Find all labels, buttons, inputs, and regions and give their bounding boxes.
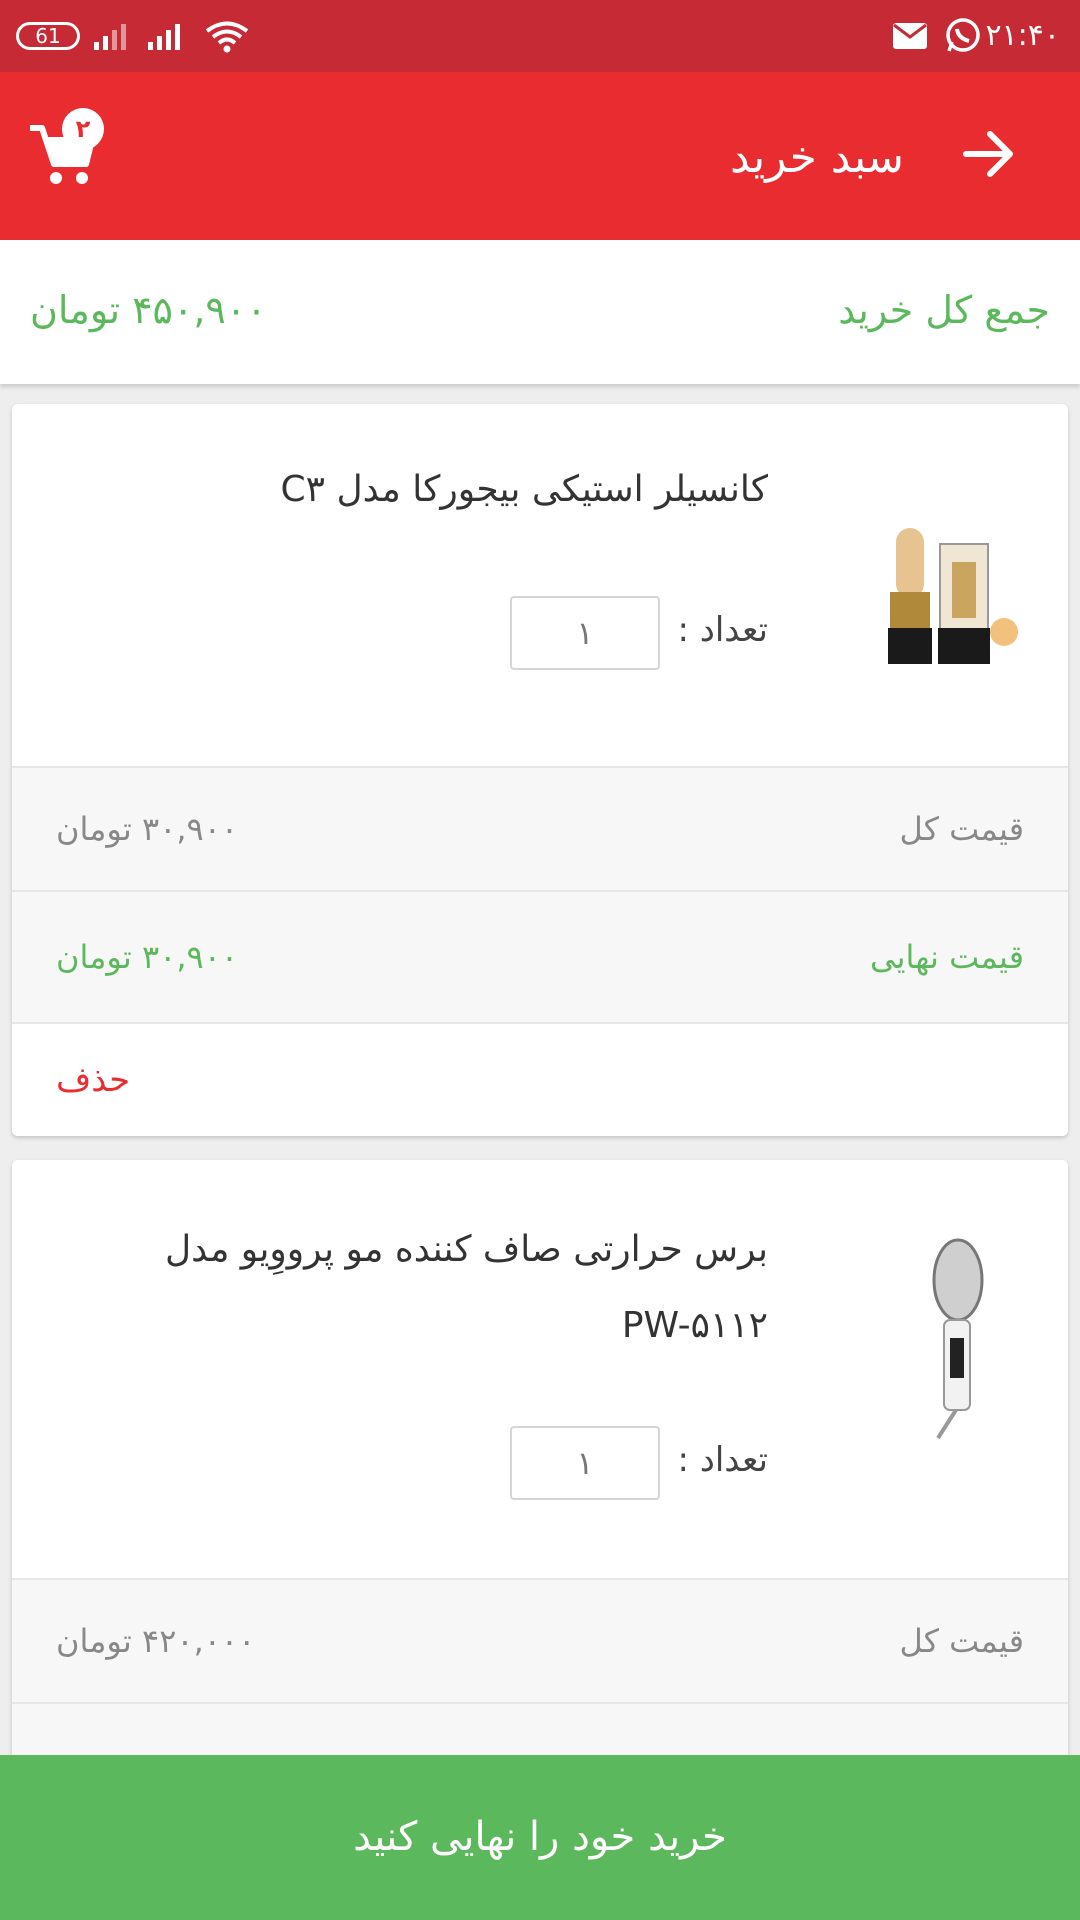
total-price-label: قیمت کل <box>899 1622 1024 1660</box>
final-price-row: قیمت نهایی ۳۰,۹۰۰ تومان <box>12 890 1068 1022</box>
status-time: ۲۱:۴۰ <box>985 18 1060 53</box>
cart-item-card: کانسیلر استیکی بیجورکا مدل C۳ تعداد : ۱ … <box>12 404 1068 1136</box>
quantity-label: تعداد : <box>677 610 768 650</box>
total-price-row: قیمت کل ۳۰,۹۰۰ تومان <box>12 766 1068 890</box>
delete-row: حذف <box>12 1022 1068 1136</box>
mail-icon <box>893 23 927 49</box>
cart-count-badge: ۲ <box>62 108 104 150</box>
summary-amount: ۴۵۰,۹۰۰ تومان <box>30 288 267 332</box>
total-price-row: قیمت کل ۴۲۰,۰۰۰ تومان <box>12 1578 1068 1702</box>
battery-icon: 61 <box>16 22 80 50</box>
product-image <box>888 528 1018 664</box>
final-price-value: ۳۰,۹۰۰ تومان <box>56 938 239 976</box>
wifi-icon <box>205 21 249 53</box>
signal-icon <box>148 24 180 50</box>
final-price-label: قیمت نهایی <box>869 938 1024 976</box>
checkout-button[interactable]: خرید خود را نهایی کنید <box>0 1755 1080 1920</box>
signal-icon <box>94 24 126 50</box>
cart-summary: جمع کل خرید ۴۵۰,۹۰۰ تومان <box>0 240 1080 384</box>
product-name: کانسیلر استیکی بیجورکا مدل C۳ <box>280 469 768 510</box>
status-bar: 61 ۲۱:۴۰ <box>0 0 1080 72</box>
summary-label: جمع کل خرید <box>838 288 1050 332</box>
page-title: سبد خرید <box>729 132 904 183</box>
quantity-label: تعداد : <box>677 1440 768 1480</box>
quantity-input[interactable]: ۱ <box>510 1426 660 1500</box>
quantity-input[interactable]: ۱ <box>510 596 660 670</box>
product-name: برس حرارتی صاف کننده مو پرووِیو مدل PW-۵… <box>165 1229 768 1346</box>
total-price-value: ۳۰,۹۰۰ تومان <box>56 810 239 848</box>
back-arrow-icon[interactable] <box>960 126 1016 182</box>
total-price-label: قیمت کل <box>899 810 1024 848</box>
cart-item-card: برس حرارتی صاف کننده مو پرووِیو مدل PW-۵… <box>12 1160 1068 1800</box>
whatsapp-icon <box>946 18 980 52</box>
app-bar: سبد خرید ۲ <box>0 72 1080 240</box>
product-image <box>932 1238 984 1440</box>
delete-button[interactable]: حذف <box>56 1060 130 1100</box>
total-price-value: ۴۲۰,۰۰۰ تومان <box>56 1622 256 1660</box>
